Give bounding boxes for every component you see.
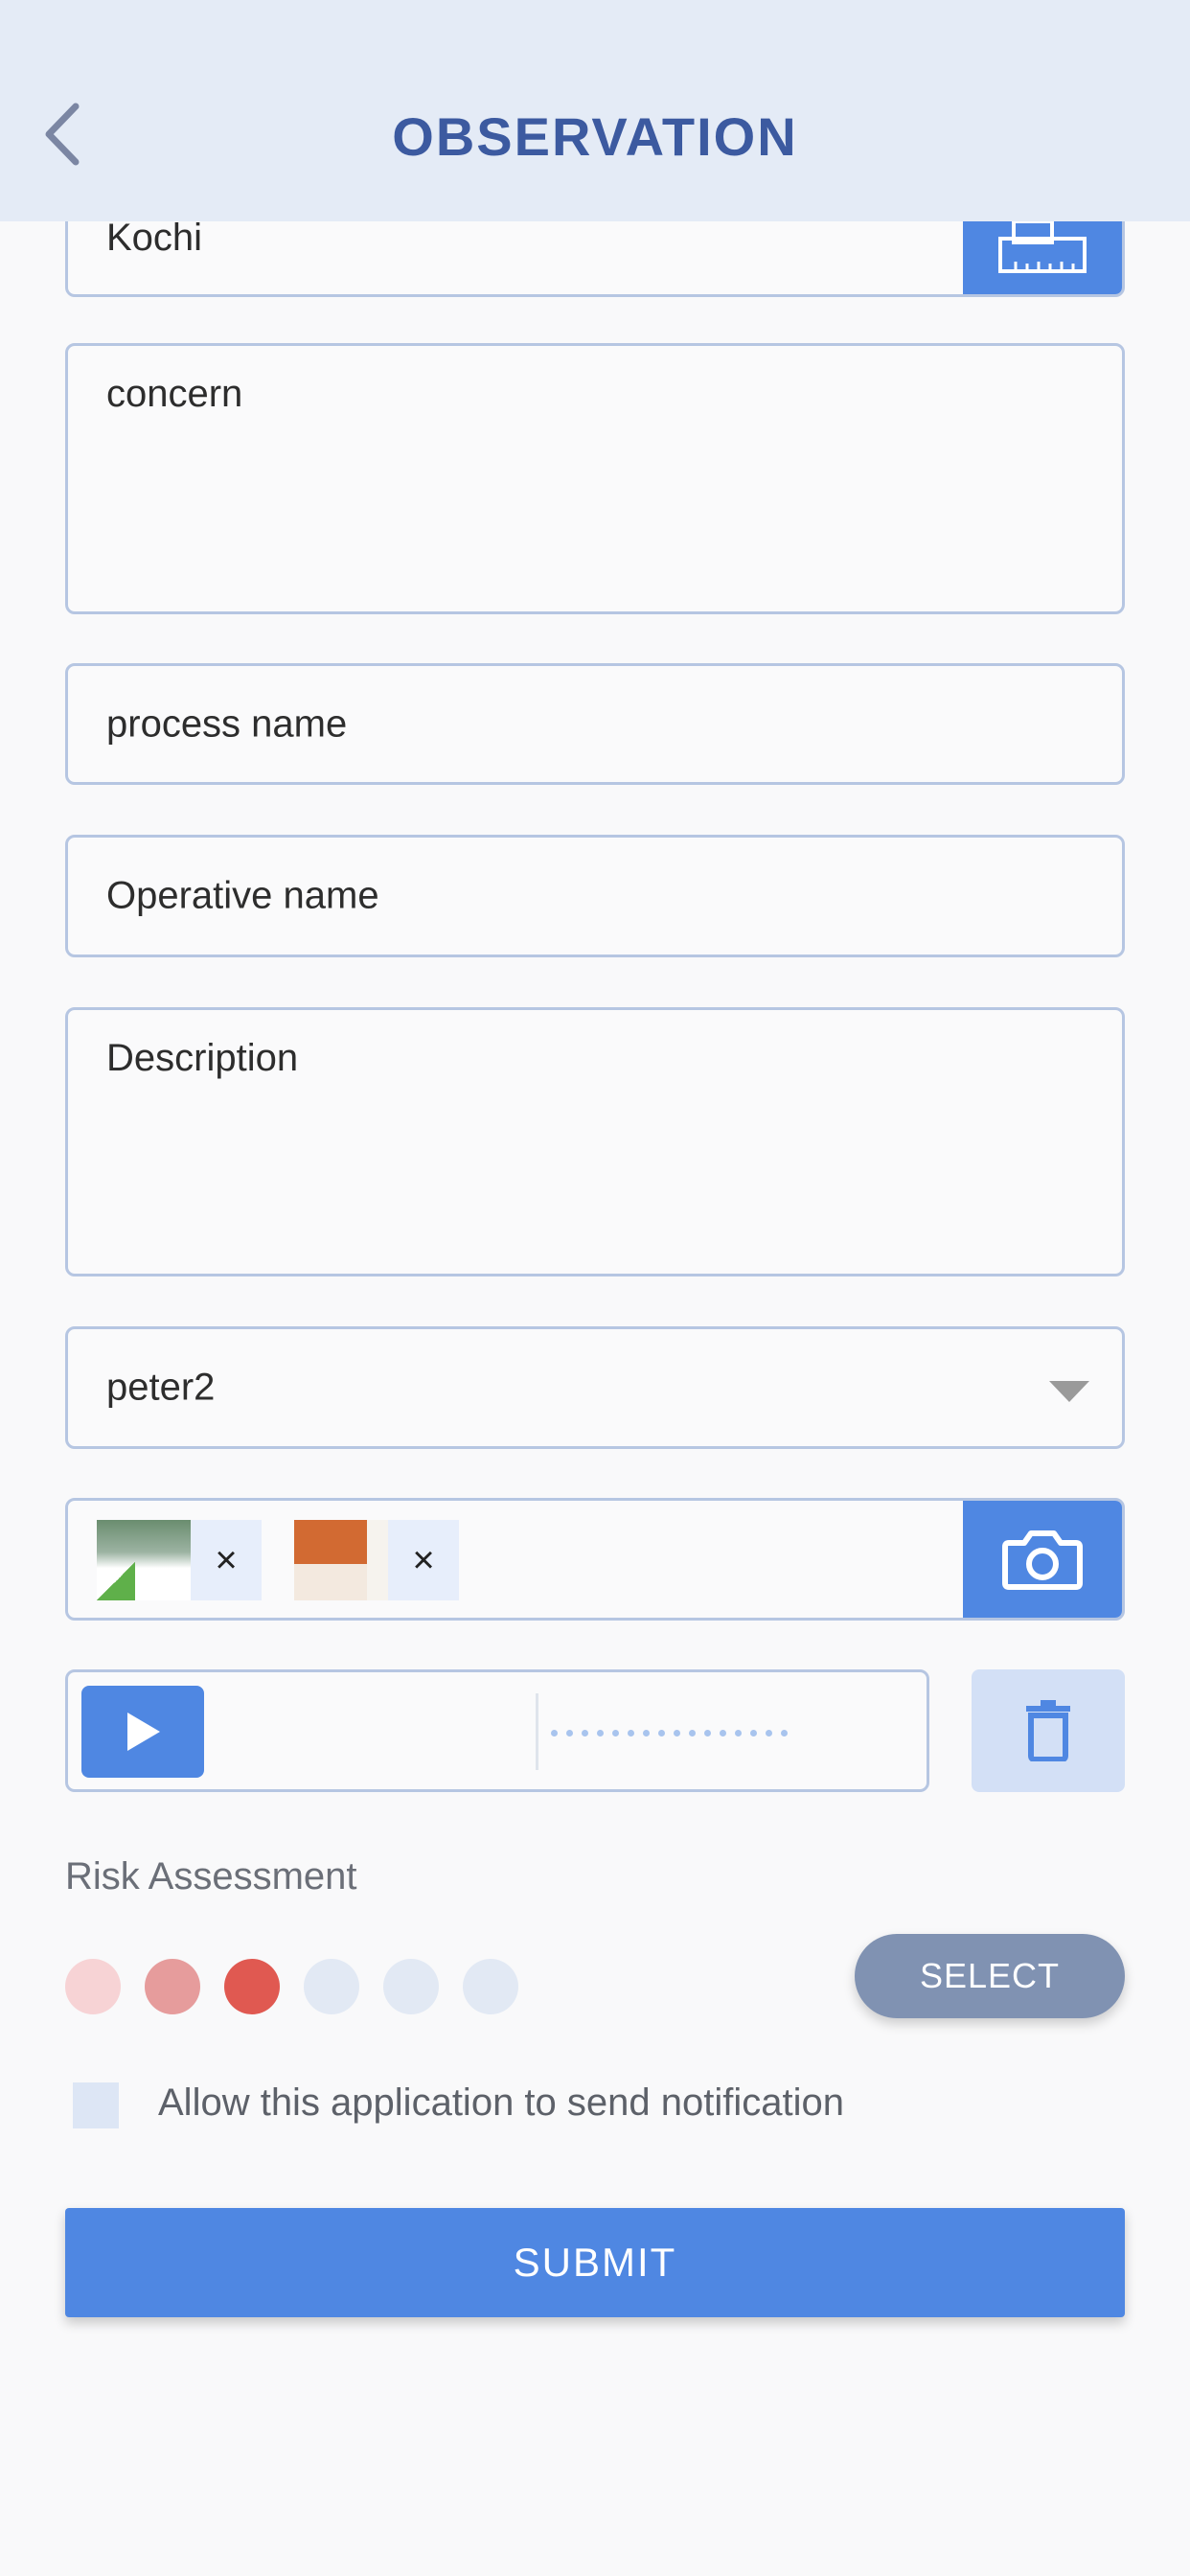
waveform-dot xyxy=(658,1730,665,1736)
assignee-value: peter2 xyxy=(106,1366,216,1409)
risk-assessment-label: Risk Assessment xyxy=(65,1855,357,1898)
waveform-dot xyxy=(735,1730,742,1736)
play-button[interactable] xyxy=(81,1686,204,1778)
waveform-dot xyxy=(704,1730,711,1736)
risk-level-dot-6[interactable] xyxy=(463,1959,518,2014)
page-title: OBSERVATION xyxy=(392,106,798,167)
caret-down-icon xyxy=(1049,1381,1089,1402)
image-thumbnail-1 xyxy=(97,1520,191,1600)
concern-placeholder: concern xyxy=(106,373,243,415)
app-header: OBSERVATION xyxy=(0,0,1190,221)
risk-level-dot-2[interactable] xyxy=(145,1959,200,2014)
risk-level-dot-5[interactable] xyxy=(383,1959,439,2014)
delete-audio-button[interactable] xyxy=(972,1669,1125,1792)
camera-icon xyxy=(1002,1530,1083,1590)
observation-screen: Kochi concern process name Operative nam… xyxy=(0,0,1190,2576)
assignee-select[interactable]: peter2 xyxy=(65,1326,1125,1449)
waveform-dot xyxy=(612,1730,619,1736)
remove-image-2-button[interactable]: × xyxy=(388,1539,459,1582)
notification-checkbox[interactable] xyxy=(73,2082,119,2128)
remove-image-1-button[interactable]: × xyxy=(191,1539,262,1582)
waveform-dot xyxy=(597,1730,604,1736)
operative-name-input[interactable]: Operative name xyxy=(65,835,1125,957)
risk-select-button[interactable]: SELECT xyxy=(855,1934,1125,2018)
waveform-dot xyxy=(551,1730,558,1736)
risk-level-dot-4[interactable] xyxy=(304,1959,359,2014)
image-attachment-2[interactable]: × xyxy=(294,1520,459,1600)
risk-level-dot-1[interactable] xyxy=(65,1959,121,2014)
image-attachment-1[interactable]: × xyxy=(97,1520,262,1600)
waveform-dot xyxy=(781,1730,788,1736)
concern-textarea[interactable]: concern xyxy=(65,343,1125,614)
notification-checkbox-label: Allow this application to send notificat… xyxy=(158,2082,844,2124)
map-ruler-icon xyxy=(998,219,1087,273)
waveform-dot xyxy=(628,1730,634,1736)
trash-icon xyxy=(1026,1700,1070,1761)
description-textarea[interactable]: Description xyxy=(65,1007,1125,1276)
operative-name-placeholder: Operative name xyxy=(106,874,379,917)
audio-player xyxy=(65,1669,929,1792)
audio-divider xyxy=(536,1693,538,1770)
audio-waveform[interactable] xyxy=(551,1730,788,1736)
description-placeholder: Description xyxy=(106,1037,299,1079)
waveform-dot xyxy=(750,1730,757,1736)
location-value: Kochi xyxy=(106,217,203,259)
submit-button[interactable]: SUBMIT xyxy=(65,2208,1125,2317)
play-icon xyxy=(127,1713,160,1751)
risk-level-selector[interactable] xyxy=(65,1959,518,2014)
waveform-dot xyxy=(689,1730,696,1736)
waveform-dot xyxy=(582,1730,588,1736)
waveform-dot xyxy=(643,1730,650,1736)
image-attachments-field: × × xyxy=(65,1498,1125,1621)
process-name-input[interactable]: process name xyxy=(65,663,1125,785)
image-thumbnail-2 xyxy=(294,1520,388,1600)
waveform-dot xyxy=(566,1730,573,1736)
waveform-dot xyxy=(720,1730,726,1736)
waveform-dot xyxy=(766,1730,772,1736)
process-name-placeholder: process name xyxy=(106,702,348,745)
camera-button[interactable] xyxy=(963,1501,1122,1618)
risk-level-dot-3[interactable] xyxy=(224,1959,280,2014)
waveform-dot xyxy=(674,1730,680,1736)
